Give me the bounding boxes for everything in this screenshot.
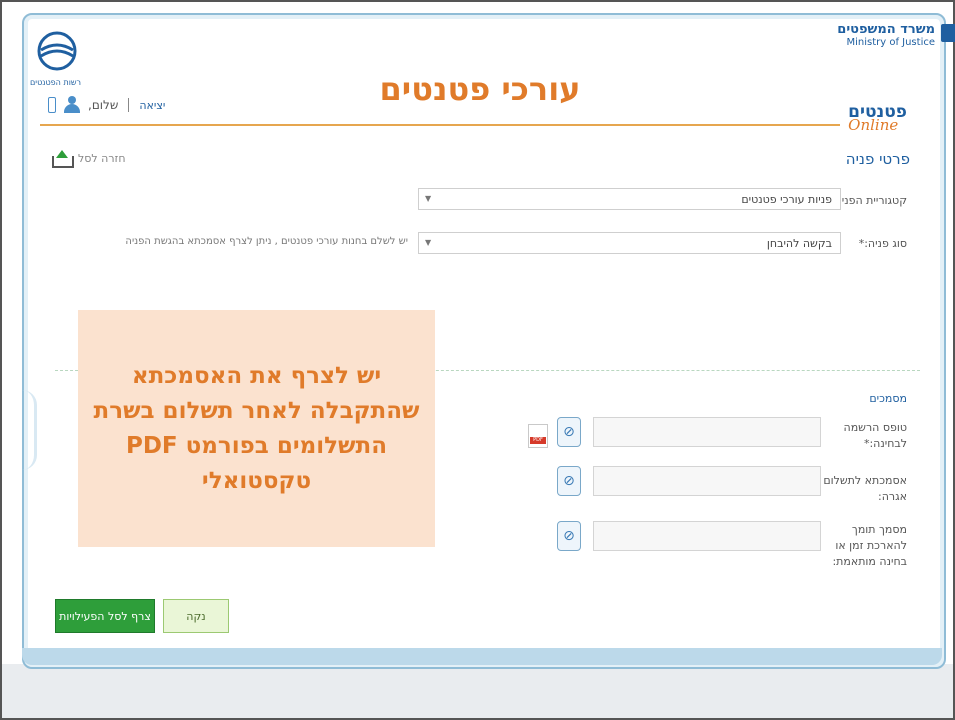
- doc-input-registration[interactable]: [593, 417, 821, 447]
- category-select[interactable]: פניות עורכי פטנטים ▼: [418, 188, 841, 210]
- cart-upload-icon: [52, 150, 72, 166]
- type-value: בקשה להיבחן: [767, 237, 832, 250]
- separator: [128, 98, 129, 112]
- instruction-callout: יש לצרף את האסמכתא שהתקבלה לאחר תשלום בש…: [78, 310, 435, 547]
- user-icon: [62, 96, 82, 114]
- online-logo-text: Online: [848, 116, 907, 134]
- back-to-cart-link[interactable]: חזרה לסל: [52, 150, 126, 166]
- chevron-down-icon: ▼: [425, 194, 431, 203]
- pdf-file-icon[interactable]: PDF: [528, 424, 548, 448]
- paperclip-icon[interactable]: ⊘: [557, 521, 581, 551]
- ministry-branding: משרד המשפטים Ministry of Justice: [837, 22, 935, 48]
- logout-link[interactable]: יציאה: [139, 99, 165, 112]
- decorative-wave: [22, 390, 37, 470]
- add-to-cart-button[interactable]: צרף לסל הפעילויות: [55, 599, 155, 633]
- type-label: סוג פניה:*: [859, 237, 907, 250]
- menorah-emblem-icon: [941, 24, 955, 42]
- phone-icon: [48, 97, 56, 113]
- doc-input-fee-receipt[interactable]: [593, 466, 821, 496]
- type-note: יש לשלם בחנות עורכי פטנטים , ניתן לצרף א…: [108, 234, 408, 249]
- back-to-cart-label: חזרה לסל: [78, 152, 126, 165]
- user-area: יציאה שלום,: [48, 96, 165, 114]
- page-title: עורכי פטנטים: [340, 70, 620, 108]
- chevron-down-icon: ▼: [425, 238, 431, 247]
- type-select[interactable]: בקשה להיבחן ▼: [418, 232, 841, 254]
- patents-online-logo: פטנטים Online: [848, 102, 907, 134]
- paperclip-icon[interactable]: ⊘: [557, 466, 581, 496]
- documents-title: מסמכים: [869, 392, 907, 405]
- doc-label-supporting: מסמך תומך להארכת זמן או בחינה מותאמת:: [822, 522, 907, 570]
- bottom-strip: [2, 664, 953, 718]
- header-divider: [40, 124, 840, 126]
- category-value: פניות עורכי פטנטים: [741, 193, 832, 206]
- ministry-english: Ministry of Justice: [837, 37, 935, 48]
- greeting-text: שלום,: [88, 98, 118, 112]
- doc-label-fee-receipt: אסמכתא לתשלום אגרה:: [822, 473, 907, 505]
- doc-input-supporting[interactable]: [593, 521, 821, 551]
- logo-caption: רשות הפטנטים: [30, 78, 81, 87]
- category-label: קטגוריית הפניה:: [831, 194, 907, 207]
- patent-office-logo-icon: [36, 30, 78, 72]
- paperclip-icon[interactable]: ⊘: [557, 417, 581, 447]
- section-title: פרטי פניה: [846, 150, 910, 168]
- clear-button[interactable]: נקה: [163, 599, 229, 633]
- doc-label-registration: טופס הרשמה לבחינה:*: [822, 420, 907, 452]
- card-footer-band: [22, 648, 942, 665]
- ministry-hebrew: משרד המשפטים: [837, 22, 935, 37]
